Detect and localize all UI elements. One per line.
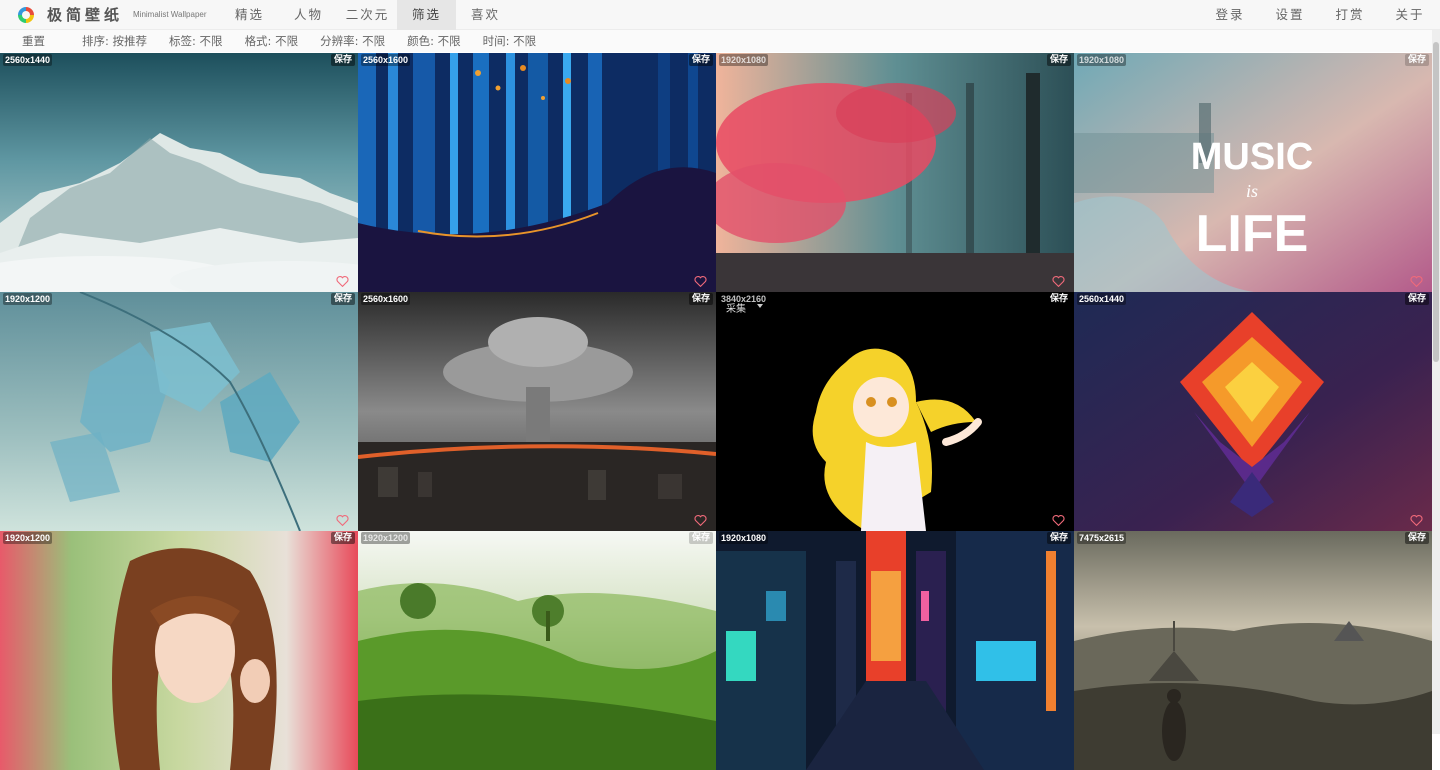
wallpaper-tile[interactable]: 2560x1600 保存 (358, 53, 716, 292)
filter-sort[interactable]: 排序: 按推荐 (82, 33, 147, 49)
app-subtitle: Minimalist Wallpaper (133, 10, 207, 19)
resolution-badge: 2560x1440 (1077, 293, 1127, 305)
collect-dropdown[interactable]: 采集 (726, 300, 746, 315)
scrollbar-thumb[interactable] (1433, 42, 1439, 362)
wallpaper-tile[interactable]: MUSIC is LIFE 1920x1080 保存 (1074, 53, 1432, 292)
filter-tags[interactable]: 标签: 不限 (169, 33, 223, 49)
donate-link[interactable]: 打赏 (1320, 0, 1380, 30)
filter-time[interactable]: 时间: 不限 (483, 33, 537, 49)
save-button[interactable]: 保存 (688, 54, 713, 66)
resolution-badge: 2560x1600 (361, 293, 411, 305)
neon-city-icon (716, 531, 1074, 770)
wallpaper-tile[interactable]: 2560x1440 保存 (1074, 292, 1432, 531)
leaves-icon (0, 292, 358, 531)
resolution-badge: 2560x1600 (361, 54, 411, 66)
resolution-badge: 1920x1200 (3, 293, 53, 305)
save-button[interactable]: 保存 (330, 54, 355, 66)
portrait-icon (0, 531, 358, 770)
mushroom-cloud-icon (358, 292, 716, 531)
filter-bar: 重置 排序: 按推荐 标签: 不限 格式: 不限 分辨率: 不限 颜色: 不限 … (0, 30, 1440, 52)
login-link[interactable]: 登录 (1200, 0, 1260, 30)
resolution-badge: 1920x1080 (1077, 54, 1127, 66)
heart-icon[interactable] (1052, 514, 1065, 526)
music-is-life-icon: MUSIC is LIFE (1074, 53, 1432, 292)
wallpaper-tile[interactable]: 2560x1600 保存 (358, 292, 716, 531)
wallpaper-tile[interactable]: 1920x1200 保存 (0, 531, 358, 770)
nav-item-anime[interactable]: 二次元 (338, 0, 397, 30)
battlefield-icon (1074, 531, 1432, 770)
wallpaper-tile[interactable]: 3840x2160 采集 保存 (716, 292, 1074, 531)
save-button[interactable]: 保存 (1046, 293, 1071, 305)
app-logo[interactable]: 极简壁纸 Minimalist Wallpaper (0, 0, 220, 30)
save-button[interactable]: 保存 (1046, 54, 1071, 66)
save-button[interactable]: 保存 (330, 293, 355, 305)
life-text: LIFE (1196, 205, 1309, 263)
is-text: is (1246, 181, 1258, 201)
nav-item-filter[interactable]: 筛选 (397, 0, 456, 30)
chevron-down-icon[interactable] (757, 304, 763, 308)
app-title: 极简壁纸 (47, 6, 124, 24)
resolution-badge: 1920x1080 (719, 532, 769, 544)
heart-icon[interactable] (1052, 275, 1065, 287)
wallpaper-grid: 2560x1440 保存 2560x1600 保存 1920x1080 保存 M… (0, 53, 1432, 770)
wallpaper-tile[interactable]: 1920x1200 保存 (358, 531, 716, 770)
save-button[interactable]: 保存 (1404, 293, 1429, 305)
wallpaper-tile[interactable]: 2560x1440 保存 (0, 53, 358, 292)
page-scrollbar[interactable] (1432, 30, 1440, 734)
resolution-badge: 1920x1200 (3, 532, 53, 544)
heart-icon[interactable] (1410, 514, 1423, 526)
heart-icon[interactable] (1410, 275, 1423, 287)
wallpaper-tile[interactable]: 1920x1080 保存 (716, 531, 1074, 770)
save-button[interactable]: 保存 (330, 532, 355, 544)
music-text: MUSIC (1191, 136, 1313, 178)
top-navigation-bar: 极简壁纸 Minimalist Wallpaper 精选 人物 二次元 筛选 喜… (0, 0, 1440, 30)
save-button[interactable]: 保存 (1404, 54, 1429, 66)
nav-item-favorites[interactable]: 喜欢 (456, 0, 515, 30)
forest-icon (358, 53, 716, 292)
resolution-badge: 7475x2615 (1077, 532, 1127, 544)
filter-format[interactable]: 格式: 不限 (245, 33, 299, 49)
mountain-icon (0, 53, 358, 292)
heart-icon[interactable] (694, 275, 707, 287)
settings-link[interactable]: 设置 (1260, 0, 1320, 30)
save-button[interactable]: 保存 (688, 532, 713, 544)
heart-icon[interactable] (336, 275, 349, 287)
save-button[interactable]: 保存 (1404, 532, 1429, 544)
nav-item-featured[interactable]: 精选 (220, 0, 279, 30)
resolution-badge: 1920x1080 (719, 54, 769, 66)
nav-item-people[interactable]: 人物 (279, 0, 338, 30)
filter-resolution[interactable]: 分辨率: 不限 (320, 33, 385, 49)
resolution-badge: 1920x1200 (361, 532, 411, 544)
geometric-diamond-icon (1074, 292, 1432, 531)
main-nav: 精选 人物 二次元 筛选 喜欢 (220, 0, 515, 30)
save-button[interactable]: 保存 (688, 293, 713, 305)
green-hills-icon (358, 531, 716, 770)
autumn-tree-icon (716, 53, 1074, 292)
filter-reset-button[interactable]: 重置 (22, 33, 45, 49)
anime-girl-icon (716, 292, 1074, 531)
save-button[interactable]: 保存 (1046, 532, 1071, 544)
filter-color[interactable]: 颜色: 不限 (407, 33, 461, 49)
heart-icon[interactable] (336, 514, 349, 526)
wallpaper-tile[interactable]: 7475x2615 保存 (1074, 531, 1432, 770)
account-nav: 登录 设置 打赏 关于 (1200, 0, 1440, 30)
resolution-badge: 2560x1440 (3, 54, 53, 66)
wallpaper-tile[interactable]: 1920x1080 保存 (716, 53, 1074, 292)
about-link[interactable]: 关于 (1380, 0, 1440, 30)
wallpaper-tile[interactable]: 1920x1200 保存 (0, 292, 358, 531)
heart-icon[interactable] (694, 514, 707, 526)
logo-icon (18, 6, 34, 23)
